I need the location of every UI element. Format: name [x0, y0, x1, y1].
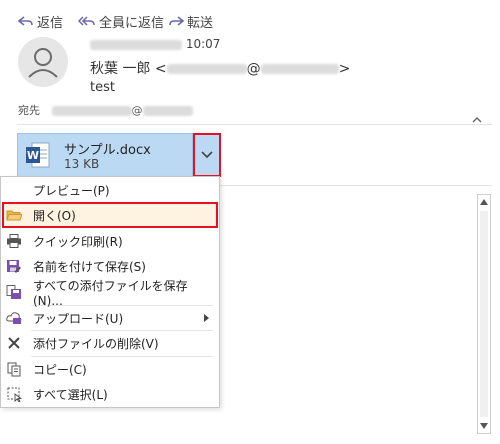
reply-all-button[interactable]: 全員に返信 — [78, 12, 164, 31]
menu-item-preview[interactable]: プレビュー(P) — [1, 177, 217, 203]
menu-item-upload[interactable]: アップロード(U) — [1, 305, 217, 331]
menu-item-label: アップロード(U) — [33, 311, 124, 326]
to-at: @ — [131, 104, 143, 117]
menu-item-quick-print[interactable]: クイック印刷(R) — [1, 228, 217, 254]
menu-item-save-as[interactable]: 名前を付けて保存(S) — [1, 253, 217, 279]
menu-item-label: すべての添付ファイルを保存(N)... — [33, 278, 188, 308]
redacted-date — [90, 39, 182, 50]
sender-open: < — [154, 61, 167, 77]
menu-item-remove-attachment[interactable]: 添付ファイルの削除(V) — [1, 330, 217, 356]
save-all-icon — [5, 283, 23, 301]
forward-button[interactable]: 転送 — [168, 12, 213, 31]
to-line: 宛先 @ — [18, 102, 193, 118]
menu-item-label: すべて選択(L) — [33, 387, 108, 402]
menu-item-label: コピー(C) — [33, 362, 87, 377]
scroll-up-icon[interactable] — [480, 199, 488, 205]
chevron-up-icon — [472, 117, 482, 123]
reply-button[interactable]: 返信 — [18, 12, 63, 31]
redacted-to-domain — [142, 106, 193, 116]
submenu-arrow-icon — [204, 314, 209, 322]
to-label: 宛先 — [18, 104, 40, 117]
attachment-size: 13 KB — [64, 157, 100, 171]
redacted-sender-user — [166, 64, 247, 74]
attachment-item[interactable]: W サンプル.docx 13 KB — [17, 133, 193, 177]
printer-icon — [5, 232, 23, 250]
chevron-down-icon — [201, 151, 213, 159]
redacted-sender-domain — [260, 64, 339, 74]
scroll-track[interactable] — [480, 211, 488, 417]
menu-item-save-all[interactable]: すべての添付ファイルを保存(N)... — [1, 278, 217, 308]
menu-item-label: クイック印刷(R) — [33, 234, 123, 249]
person-icon — [28, 48, 58, 78]
redacted-to-user — [51, 106, 132, 116]
menu-item-label: 開く(O) — [33, 208, 76, 223]
menu-item-label: 名前を付けて保存(S) — [33, 259, 146, 274]
scroll-down-icon[interactable] — [480, 423, 488, 429]
reply-all-icon — [78, 15, 95, 26]
menu-item-label: 添付ファイルの削除(V) — [33, 336, 159, 351]
message-time: 10:07 — [185, 37, 221, 51]
forward-icon — [169, 15, 184, 26]
message-subject: test — [90, 80, 115, 95]
attachment-filename: サンプル.docx — [64, 143, 151, 158]
header-divider — [17, 124, 492, 125]
preview-icon — [5, 181, 23, 199]
message-date: 10:07 — [90, 37, 220, 51]
copy-icon — [5, 360, 23, 378]
menu-item-label: プレビュー(P) — [33, 183, 110, 198]
upload-icon — [5, 309, 23, 327]
reply-icon — [18, 15, 33, 26]
folder-open-icon — [5, 206, 23, 224]
sender-at: @ — [246, 61, 261, 77]
delete-x-icon — [5, 334, 23, 352]
word-doc-icon: W — [26, 142, 50, 168]
collapse-header-button[interactable] — [472, 108, 482, 123]
sender-line: 秋葉 一郎 < @ > — [90, 58, 350, 78]
menu-item-select-all[interactable]: すべて選択(L) — [1, 381, 217, 407]
menu-item-copy[interactable]: コピー(C) — [1, 356, 217, 382]
svg-text:W: W — [27, 149, 39, 162]
body-top-border — [220, 185, 492, 186]
reply-label: 返信 — [37, 16, 64, 31]
sender-close: > — [338, 61, 351, 77]
attachment-dropdown-button[interactable] — [193, 133, 221, 177]
save-as-icon — [5, 257, 23, 275]
vertical-scrollbar[interactable] — [477, 194, 491, 434]
menu-item-open[interactable]: 開く(O) — [1, 202, 217, 228]
avatar — [18, 37, 68, 87]
select-all-icon — [5, 385, 23, 403]
sender-name: 秋葉 一郎 — [90, 61, 151, 77]
reply-all-label: 全員に返信 — [99, 16, 165, 31]
forward-label: 転送 — [187, 16, 214, 31]
